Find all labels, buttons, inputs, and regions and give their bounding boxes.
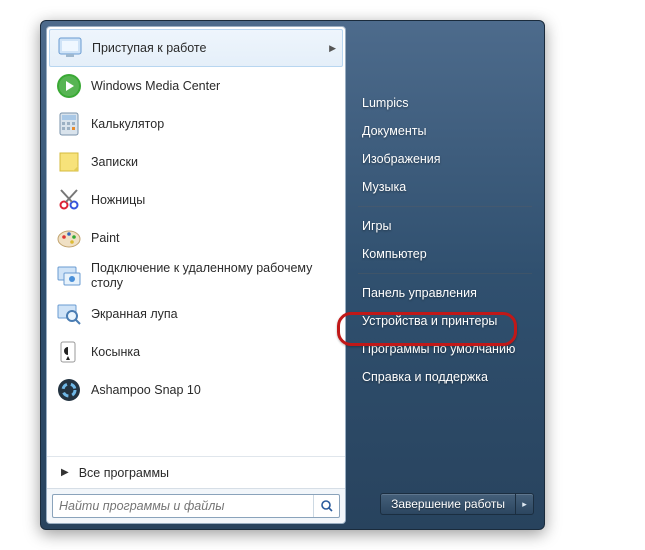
search-icon [320,499,334,513]
pinned-program-list: Приступая к работе ▶ Windows Media Cente… [47,27,345,456]
start-menu-left-panel: Приступая к работе ▶ Windows Media Cente… [46,26,346,524]
program-item-label: Ножницы [91,193,337,208]
right-link-label: Справка и поддержка [362,370,488,384]
right-link-label: Панель управления [362,286,477,300]
program-item-label: Ashampoo Snap 10 [91,383,337,398]
right-link-control-panel[interactable]: Панель управления [346,279,544,307]
right-link-label: Музыка [362,180,406,194]
program-item-media-center[interactable]: Windows Media Center [49,67,343,105]
media-center-icon [55,72,83,100]
separator [358,206,532,207]
program-item-ashampoo-snap[interactable]: Ashampoo Snap 10 [49,371,343,409]
right-link-computer[interactable]: Компьютер [346,240,544,268]
right-link-music[interactable]: Музыка [346,173,544,201]
right-link-pictures[interactable]: Изображения [346,145,544,173]
search-row [47,488,345,523]
right-link-label: Программы по умолчанию [362,342,515,356]
shutdown-row: Завершение работы ▸ [346,493,544,519]
right-link-help[interactable]: Справка и поддержка [346,363,544,391]
right-link-label: Игры [362,219,391,233]
program-item-label: Экранная лупа [91,307,337,322]
program-item-label: Windows Media Center [91,79,337,94]
program-item-calculator[interactable]: Калькулятор [49,105,343,143]
search-box[interactable] [52,494,340,518]
start-menu: Приступая к работе ▶ Windows Media Cente… [40,20,545,530]
start-menu-right-panel: Lumpics Документы Изображения Музыка Игр… [346,21,544,529]
chevron-right-icon: ▶ [61,467,69,478]
program-item-label: Приступая к работе [92,41,329,56]
right-link-label: Lumpics [362,96,409,110]
submenu-arrow-icon: ▶ [329,43,336,54]
program-item-remote-desktop[interactable]: Подключение к удаленному рабочему столу [49,257,343,295]
right-link-label: Компьютер [362,247,427,261]
program-item-sticky-notes[interactable]: Записки [49,143,343,181]
sticky-notes-icon [55,148,83,176]
program-item-getting-started[interactable]: Приступая к работе ▶ [49,29,343,67]
search-icon-button[interactable] [313,495,339,517]
magnifier-icon [55,300,83,328]
right-link-documents[interactable]: Документы [346,117,544,145]
separator [358,273,532,274]
right-link-label: Устройства и принтеры [362,314,497,328]
all-programs-button[interactable]: ▶ Все программы [47,456,345,488]
program-item-solitaire[interactable]: Косынка [49,333,343,371]
program-item-label: Paint [91,231,337,246]
right-link-label: Изображения [362,152,441,166]
program-item-snipping-tool[interactable]: Ножницы [49,181,343,219]
all-programs-label: Все программы [79,466,169,480]
paint-icon [55,224,83,252]
program-item-label: Подключение к удаленному рабочему столу [91,261,337,291]
shutdown-label: Завершение работы [391,497,505,511]
shutdown-split-button: Завершение работы ▸ [380,493,534,515]
right-links: Lumpics Документы Изображения Музыка Игр… [346,31,544,493]
program-item-label: Косынка [91,345,337,360]
program-item-label: Калькулятор [91,117,337,132]
remote-desktop-icon [55,262,83,290]
program-item-magnifier[interactable]: Экранная лупа [49,295,343,333]
shutdown-options-button[interactable]: ▸ [515,494,533,514]
ashampoo-snap-icon [55,376,83,404]
getting-started-icon [56,34,84,62]
right-link-user[interactable]: Lumpics [346,89,544,117]
snipping-tool-icon [55,186,83,214]
program-item-paint[interactable]: Paint [49,219,343,257]
chevron-right-icon: ▸ [522,499,527,510]
solitaire-icon [55,338,83,366]
search-input[interactable] [53,499,313,513]
calculator-icon [55,110,83,138]
program-item-label: Записки [91,155,337,170]
right-link-label: Документы [362,124,426,138]
right-link-default-programs[interactable]: Программы по умолчанию [346,335,544,363]
shutdown-button[interactable]: Завершение работы [381,494,515,514]
right-link-devices-printers[interactable]: Устройства и принтеры [346,307,544,335]
right-link-games[interactable]: Игры [346,212,544,240]
